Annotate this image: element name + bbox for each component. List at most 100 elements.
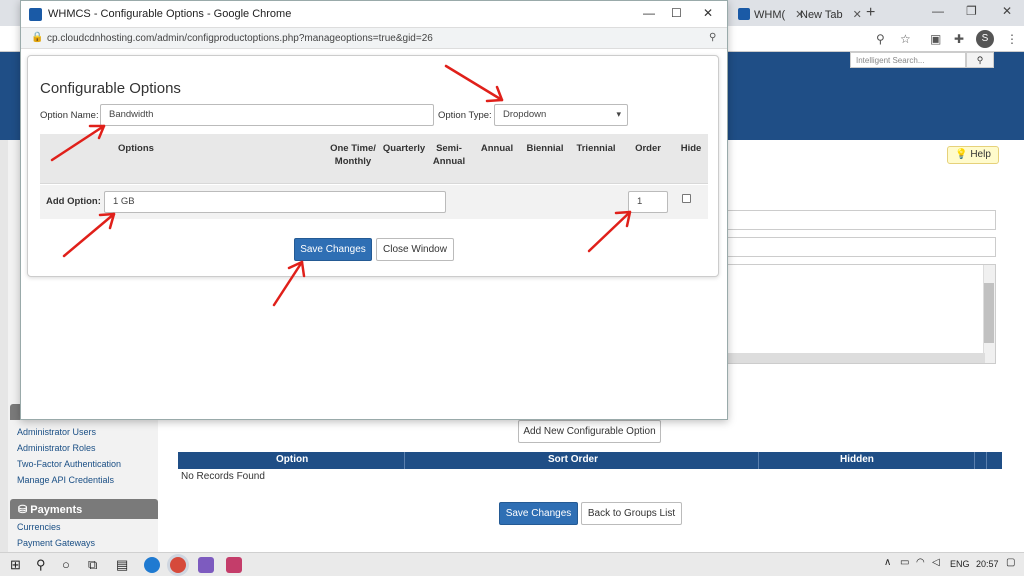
- restore-icon[interactable]: ❐: [966, 4, 977, 18]
- maximize-icon[interactable]: ☐: [671, 6, 682, 20]
- option-name-input[interactable]: Bandwidth: [100, 104, 434, 126]
- save-changes-button[interactable]: Save Changes: [294, 238, 372, 261]
- column-separator: [404, 452, 405, 469]
- chrome-icon[interactable]: [170, 557, 186, 573]
- payments-icon: ⛁: [18, 504, 28, 516]
- hide-checkbox[interactable]: [682, 194, 691, 203]
- column-semi-annual: Semi- Annual: [432, 143, 466, 167]
- column-order: Order: [635, 143, 661, 154]
- sidebar-link-two-factor[interactable]: Two-Factor Authentication: [17, 459, 121, 469]
- minimize-icon[interactable]: —: [932, 4, 944, 18]
- windows-start-icon[interactable]: ⊞: [10, 557, 21, 573]
- popup-window-title: WHMCS - Configurable Options - Google Ch…: [48, 8, 292, 20]
- extension-icon[interactable]: ▣: [930, 32, 941, 46]
- configurable-options-popup-window: WHMCS - Configurable Options - Google Ch…: [20, 0, 728, 420]
- tray-chevron-icon[interactable]: ∧: [884, 557, 891, 568]
- sidebar-link-api-credentials[interactable]: Manage API Credentials: [17, 475, 114, 485]
- bookmark-star-icon[interactable]: ☆: [900, 32, 911, 46]
- back-to-groups-list-button[interactable]: Back to Groups List: [581, 502, 682, 525]
- new-tab-plus-icon[interactable]: +: [866, 4, 875, 22]
- help-button[interactable]: 💡 Help: [947, 146, 999, 164]
- column-separator: [758, 452, 759, 469]
- file-explorer-icon[interactable]: ▤: [116, 557, 128, 573]
- column-sort-order: Sort Order: [548, 454, 599, 465]
- column-separator: [974, 452, 975, 469]
- add-option-input[interactable]: 1 GB: [104, 191, 446, 213]
- tab-label: WHM(: [754, 9, 786, 21]
- whmcs-logo-icon: [29, 8, 42, 21]
- lightbulb-icon: 💡: [955, 149, 968, 160]
- background-tab-new-tab[interactable]: New Tab ✕: [792, 4, 870, 26]
- battery-icon[interactable]: ▭: [900, 557, 909, 568]
- order-input[interactable]: 1: [628, 191, 668, 213]
- profile-avatar[interactable]: S: [976, 30, 994, 48]
- background-textarea[interactable]: [720, 264, 996, 364]
- scrollbar-thumb[interactable]: [984, 283, 994, 343]
- column-separator: [986, 452, 987, 469]
- help-label: Help: [970, 149, 991, 160]
- option-type-select[interactable]: Dropdown ▾: [494, 104, 628, 126]
- whmcs-favicon-icon: [738, 8, 750, 20]
- task-view-icon[interactable]: ⧉: [88, 557, 97, 573]
- column-hidden: Hidden: [840, 454, 874, 465]
- volume-icon[interactable]: ◁: [932, 557, 940, 568]
- minimize-icon[interactable]: —: [643, 6, 655, 20]
- language-indicator[interactable]: ENG: [950, 559, 970, 569]
- option-type-label: Option Type:: [438, 110, 492, 121]
- column-option: Option: [276, 454, 309, 465]
- edge-icon[interactable]: [144, 557, 160, 573]
- sidebar-link-administrator-users[interactable]: Administrator Users: [17, 427, 96, 437]
- app-icon-1[interactable]: [198, 557, 214, 573]
- popup-url-text[interactable]: cp.cloudcdnhosting.com/admin/configprodu…: [47, 33, 433, 44]
- close-icon[interactable]: ✕: [703, 6, 713, 20]
- network-icon[interactable]: ◠: [916, 557, 925, 568]
- clock[interactable]: 20:57: [976, 559, 999, 569]
- search-icon[interactable]: ⚲: [36, 557, 46, 573]
- kebab-menu-icon[interactable]: ⋮: [1006, 32, 1018, 46]
- chevron-down-icon: ▾: [616, 109, 621, 119]
- options-table-header: Option Sort Order Hidden: [178, 452, 1002, 469]
- column-triennial: Triennial: [576, 143, 616, 154]
- intelligent-search-input[interactable]: Intelligent Search...: [850, 52, 966, 68]
- configurable-options-panel: Configurable Options Option Name: Bandwi…: [27, 55, 719, 277]
- sidebar-link-administrator-roles[interactable]: Administrator Roles: [17, 443, 96, 453]
- column-quarterly: Quarterly: [382, 143, 426, 154]
- option-name-label: Option Name:: [40, 110, 99, 121]
- close-window-button[interactable]: Close Window: [376, 238, 454, 261]
- horizontal-scrollbar[interactable]: [721, 353, 985, 363]
- search-icon[interactable]: ⚲: [966, 52, 994, 68]
- tab-label: New Tab: [800, 9, 843, 21]
- sidebar-link-payment-gateways[interactable]: Payment Gateways: [17, 538, 95, 548]
- payments-header-label: Payments: [30, 504, 83, 516]
- background-save-changes-button[interactable]: Save Changes: [499, 502, 578, 525]
- no-records-text: No Records Found: [181, 471, 265, 482]
- popup-title-bar: WHMCS - Configurable Options - Google Ch…: [21, 1, 727, 27]
- cortana-icon[interactable]: ○: [62, 557, 70, 572]
- background-field-1[interactable]: [720, 210, 996, 230]
- add-option-label: Add Option:: [46, 196, 101, 207]
- panel-title: Configurable Options: [40, 80, 181, 97]
- sidebar-payments-header: ⛁ Payments: [10, 499, 158, 519]
- close-tab-icon[interactable]: ✕: [853, 9, 862, 21]
- close-window-icon[interactable]: ✕: [1002, 4, 1012, 18]
- windows-taskbar: ⊞ ⚲ ○ ⧉ ▤ ∧ ▭ ◠ ◁ ENG 20:57 ▢: [0, 552, 1024, 576]
- column-one-time-monthly: One Time/ Monthly: [330, 143, 376, 167]
- pricing-grid-header: Options One Time/ Monthly Quarterly Semi…: [40, 134, 708, 184]
- add-option-row: Add Option: 1 GB 1: [40, 185, 708, 219]
- sidebar-link-currencies[interactable]: Currencies: [17, 522, 61, 532]
- popup-body: Configurable Options Option Name: Bandwi…: [21, 49, 727, 419]
- column-hide: Hide: [680, 143, 702, 154]
- zoom-icon[interactable]: ⚲: [876, 32, 885, 46]
- popup-address-bar[interactable]: 🔒 cp.cloudcdnhosting.com/admin/configpro…: [21, 27, 727, 49]
- column-options: Options: [118, 143, 154, 154]
- notification-icon[interactable]: ▢: [1006, 557, 1015, 568]
- background-field-2[interactable]: [720, 237, 996, 257]
- puzzle-icon[interactable]: ✚: [954, 32, 964, 46]
- column-annual: Annual: [480, 143, 514, 154]
- add-new-configurable-option-button[interactable]: Add New Configurable Option: [518, 420, 661, 443]
- column-biennial: Biennial: [526, 143, 564, 154]
- app-icon-2[interactable]: [226, 557, 242, 573]
- option-type-value: Dropdown: [503, 109, 547, 120]
- zoom-icon[interactable]: ⚲: [709, 32, 716, 43]
- lock-icon: 🔒: [31, 32, 44, 43]
